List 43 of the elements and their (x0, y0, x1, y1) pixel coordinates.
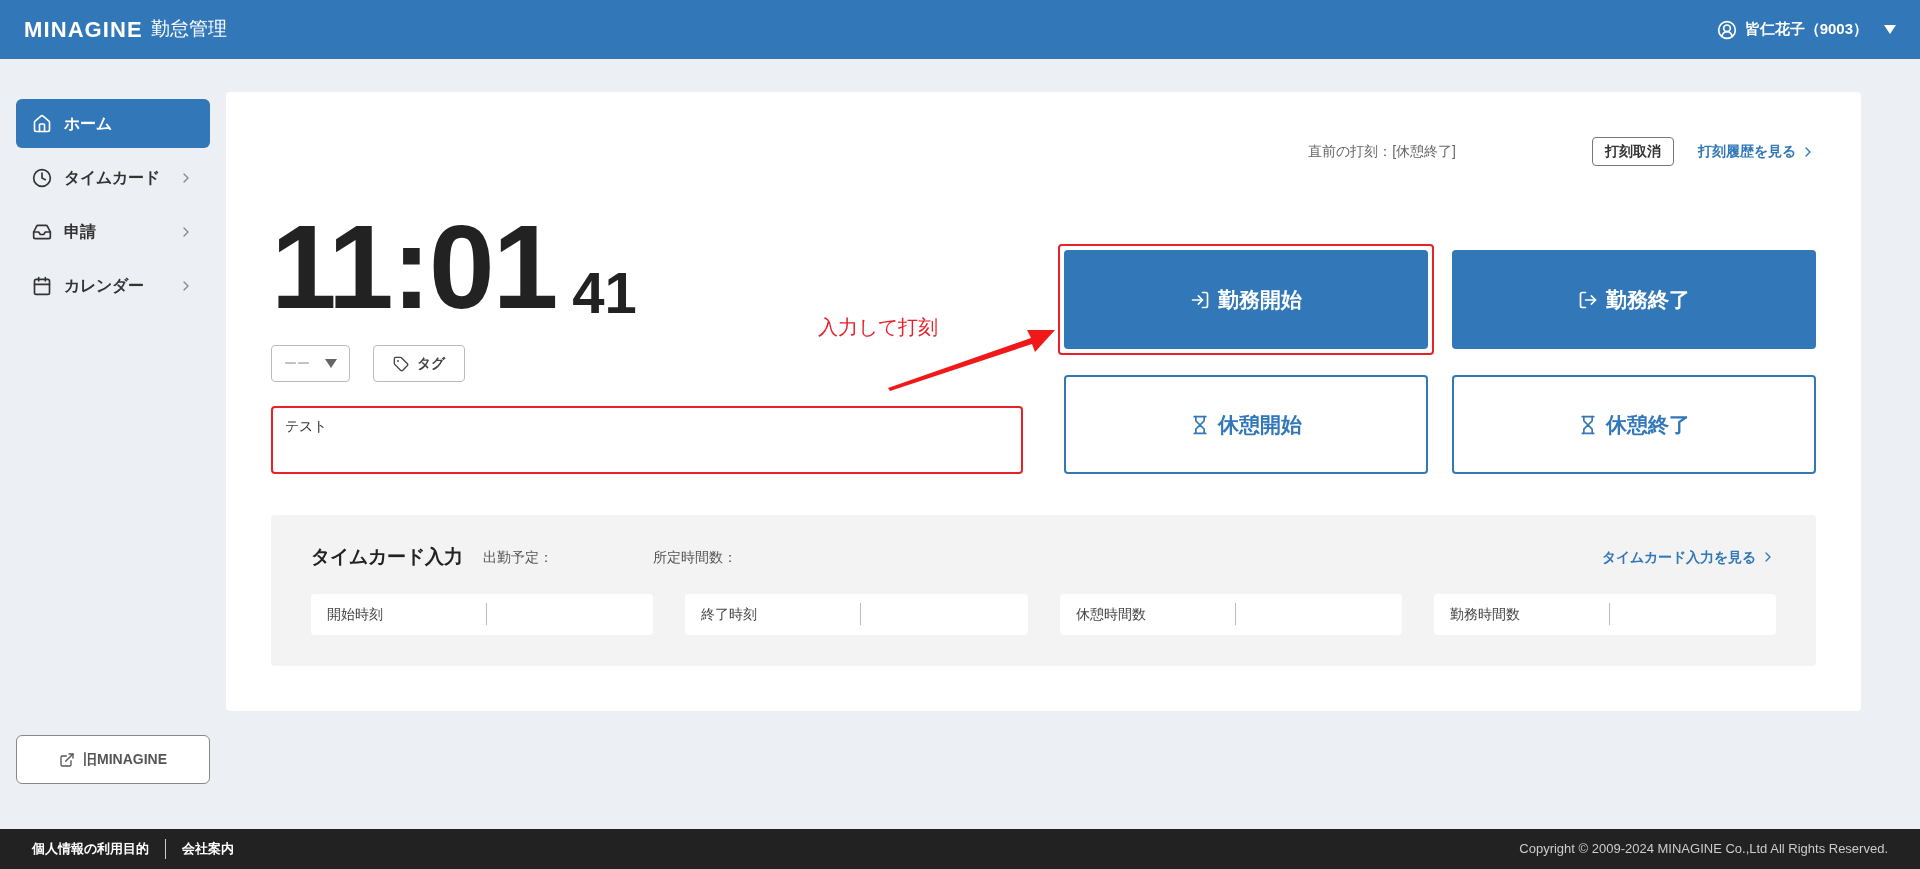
timecard-field[interactable]: 終了時刻 (685, 593, 1028, 635)
memo-field[interactable]: テスト (271, 406, 1023, 474)
hourglass-icon (1190, 414, 1210, 435)
user-menu[interactable]: 皆仁花子（9003） (1716, 18, 1896, 41)
legacy-site-button[interactable]: 旧MINAGINE (16, 735, 210, 784)
hourglass-icon (1578, 414, 1598, 435)
timecard-field[interactable]: 開始時刻 (311, 593, 654, 635)
history-link[interactable]: 打刻履歴を見る (1698, 141, 1816, 162)
caret-icon (1884, 25, 1896, 34)
footer-link[interactable]: 個人情報の利用目的 (32, 839, 149, 859)
caret-icon (325, 359, 337, 368)
timecard-field[interactable]: 勤務時間数 (1433, 593, 1776, 635)
app-name: 勤怠管理 (150, 17, 227, 42)
timecard-link[interactable]: タイムカード入力を見る (1602, 546, 1776, 568)
tag-icon (393, 355, 409, 372)
hours-label: 所定時間数： (653, 547, 737, 567)
copyright: Copyright © 2009-2024 MINAGINE Co.,Ltd All Rights Reserved. (1519, 840, 1888, 859)
sidebar-item[interactable]: 申請 (16, 207, 210, 256)
enter-icon (1190, 289, 1210, 310)
clock-seconds: 41 (572, 264, 637, 322)
user-icon (1716, 19, 1737, 40)
tag-button[interactable]: タグ (373, 345, 465, 382)
exit-icon (1578, 289, 1598, 310)
sidebar-item[interactable]: カレンダー (16, 261, 210, 310)
timecard-title: タイムカード入力 (311, 545, 463, 569)
clock-time: 11:01 (271, 208, 557, 326)
punch-button[interactable]: 勤務開始 (1064, 250, 1428, 349)
calendar-icon (32, 275, 52, 296)
punch-button[interactable]: 休憩開始 (1064, 375, 1428, 474)
external-link-icon (59, 751, 75, 768)
logo: MINAGINE (24, 16, 143, 44)
scheduled-label: 出勤予定： (483, 547, 553, 567)
home-icon (32, 113, 52, 134)
punch-button[interactable]: 休憩終了 (1452, 375, 1816, 474)
sidebar-item[interactable]: ホーム (16, 99, 210, 148)
footer-link[interactable]: 会社案内 (165, 839, 234, 859)
timecard-field[interactable]: 休憩時間数 (1059, 593, 1402, 635)
last-punch-text: 直前の打刻：[休憩終了] (1308, 142, 1456, 161)
cancel-punch-button[interactable]: 打刻取消 (1592, 137, 1674, 166)
sidebar-item[interactable]: タイムカード (16, 153, 210, 202)
annotation-text: 入力して打刻 (818, 315, 938, 340)
punch-button[interactable]: 勤務終了 (1452, 250, 1816, 349)
clock-icon (32, 167, 52, 188)
